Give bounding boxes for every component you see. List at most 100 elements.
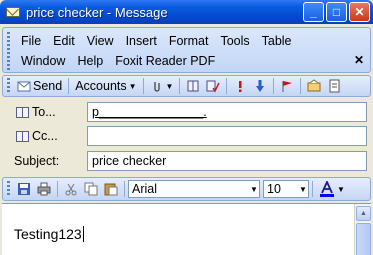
address-book-icon (16, 130, 29, 142)
arrow-down-icon (256, 80, 265, 92)
menu-view[interactable]: View (81, 33, 120, 50)
font-size-select[interactable]: 10 ▼ (263, 180, 309, 198)
save-button[interactable] (14, 182, 34, 196)
chevron-up-icon: ▲ (360, 210, 367, 217)
font-color-button[interactable]: ▼ (316, 181, 348, 197)
close-button[interactable]: ✕ (349, 2, 370, 22)
check-names-icon (206, 80, 221, 93)
menu-edit[interactable]: Edit (47, 33, 81, 50)
send-label: Send (33, 79, 63, 93)
font-select[interactable]: Arial ▼ (128, 180, 260, 198)
subject-value: price checker (92, 154, 167, 168)
options-button[interactable] (304, 79, 324, 93)
formatting-toolbar: Arial ▼ 10 ▼ ▼ (2, 177, 371, 201)
menu-file[interactable]: File (15, 33, 47, 50)
toolbar-separator (300, 78, 302, 94)
vertical-scrollbar[interactable]: ▲ (354, 204, 371, 255)
toolbar-separator (179, 78, 181, 94)
chevron-down-icon: ▼ (165, 81, 174, 91)
to-value: p_______________. (92, 105, 207, 119)
cc-label: Cc... (32, 129, 58, 143)
subject-row: Subject: price checker (0, 150, 373, 172)
paste-button[interactable] (101, 182, 121, 196)
title-bar[interactable]: price checker - Message _ □ ✕ (0, 0, 373, 24)
scroll-thumb[interactable] (356, 223, 371, 255)
address-book-icon (187, 80, 199, 92)
copy-icon (84, 182, 98, 196)
to-label: To... (32, 105, 56, 119)
send-button[interactable]: Send (14, 79, 65, 93)
menu-tools[interactable]: Tools (214, 33, 255, 50)
text-caret (82, 226, 84, 242)
address-pane: To... p_______________. Cc... Subject: p… (0, 99, 373, 175)
toolbar-separator (142, 78, 144, 94)
to-field[interactable]: p_______________. (87, 102, 367, 122)
chevron-down-icon: ▼ (337, 184, 345, 194)
menu-close-icon[interactable]: ✕ (354, 53, 364, 67)
printer-icon (37, 182, 51, 196)
toolbar-separator (273, 78, 275, 94)
chevron-down-icon: ▼ (128, 81, 137, 91)
accounts-button[interactable]: Accounts ▼ (72, 79, 139, 93)
chevron-down-icon[interactable]: ▼ (249, 181, 259, 197)
standard-toolbar: Send Accounts ▼ ▼ (2, 75, 371, 97)
to-button[interactable]: To... (16, 105, 56, 119)
maximize-button[interactable]: □ (326, 2, 347, 22)
font-size-value: 10 (267, 182, 281, 196)
cc-row: Cc... (0, 125, 373, 147)
paperclip-icon (153, 82, 160, 92)
flag-button[interactable] (277, 79, 297, 93)
attach-button[interactable]: ▼ (147, 79, 177, 93)
envelope-options-icon (307, 79, 321, 92)
menu-grip[interactable] (7, 32, 10, 70)
window-title: price checker - Message (26, 4, 168, 20)
print-button[interactable] (34, 182, 54, 196)
toolbar-separator (226, 78, 228, 94)
maximize-icon: □ (332, 5, 341, 19)
toolbar-separator (68, 78, 70, 94)
check-names-button[interactable] (203, 79, 223, 93)
importance-high-icon (239, 81, 242, 92)
body-text-line: Testing123 (14, 226, 84, 242)
address-book-icon (16, 106, 29, 118)
body-text: Testing123 (14, 226, 82, 242)
subject-field[interactable]: price checker (87, 151, 367, 171)
cc-button[interactable]: Cc... (16, 129, 58, 143)
cc-field[interactable] (87, 126, 367, 146)
menu-format[interactable]: Format (163, 33, 215, 50)
document-icon (329, 79, 340, 93)
toolbar-grip[interactable] (7, 181, 10, 197)
importance-low-button[interactable] (250, 79, 270, 93)
font-color-icon (320, 181, 334, 197)
toolbar-separator (57, 181, 58, 197)
toolbar-separator (124, 181, 125, 197)
minimize-icon: _ (310, 5, 317, 19)
minimize-button[interactable]: _ (303, 2, 324, 22)
menu-insert[interactable]: Insert (120, 33, 163, 50)
close-icon: ✕ (354, 5, 365, 19)
clipboard-icon (104, 183, 118, 196)
cut-button[interactable] (61, 182, 81, 196)
menu-foxit-reader-pdf[interactable]: Foxit Reader PDF (109, 53, 221, 70)
accounts-label: Accounts (75, 79, 127, 93)
to-row: To... p_______________. (0, 101, 373, 123)
importance-high-button[interactable] (230, 79, 250, 93)
toolbar-grip[interactable] (7, 78, 10, 94)
chevron-down-icon[interactable]: ▼ (298, 181, 308, 197)
message-envelope-icon (5, 4, 21, 20)
flag-icon (282, 81, 293, 92)
menu-table[interactable]: Table (256, 33, 298, 50)
scroll-up-button[interactable]: ▲ (356, 206, 371, 221)
toolbar-separator (312, 181, 313, 197)
copy-button[interactable] (81, 182, 101, 196)
font-value: Arial (132, 182, 158, 196)
message-body[interactable]: Testing123 ▲ (2, 203, 371, 255)
menu-window[interactable]: Window (15, 53, 71, 70)
subject-label: Subject: (14, 154, 60, 168)
send-icon (17, 81, 31, 92)
scissors-icon (65, 183, 77, 196)
more-options-button[interactable] (324, 79, 344, 93)
menu-bar: File Edit View Insert Format Tools Table… (2, 27, 371, 73)
address-book-button[interactable] (183, 79, 203, 93)
menu-help[interactable]: Help (71, 53, 109, 70)
